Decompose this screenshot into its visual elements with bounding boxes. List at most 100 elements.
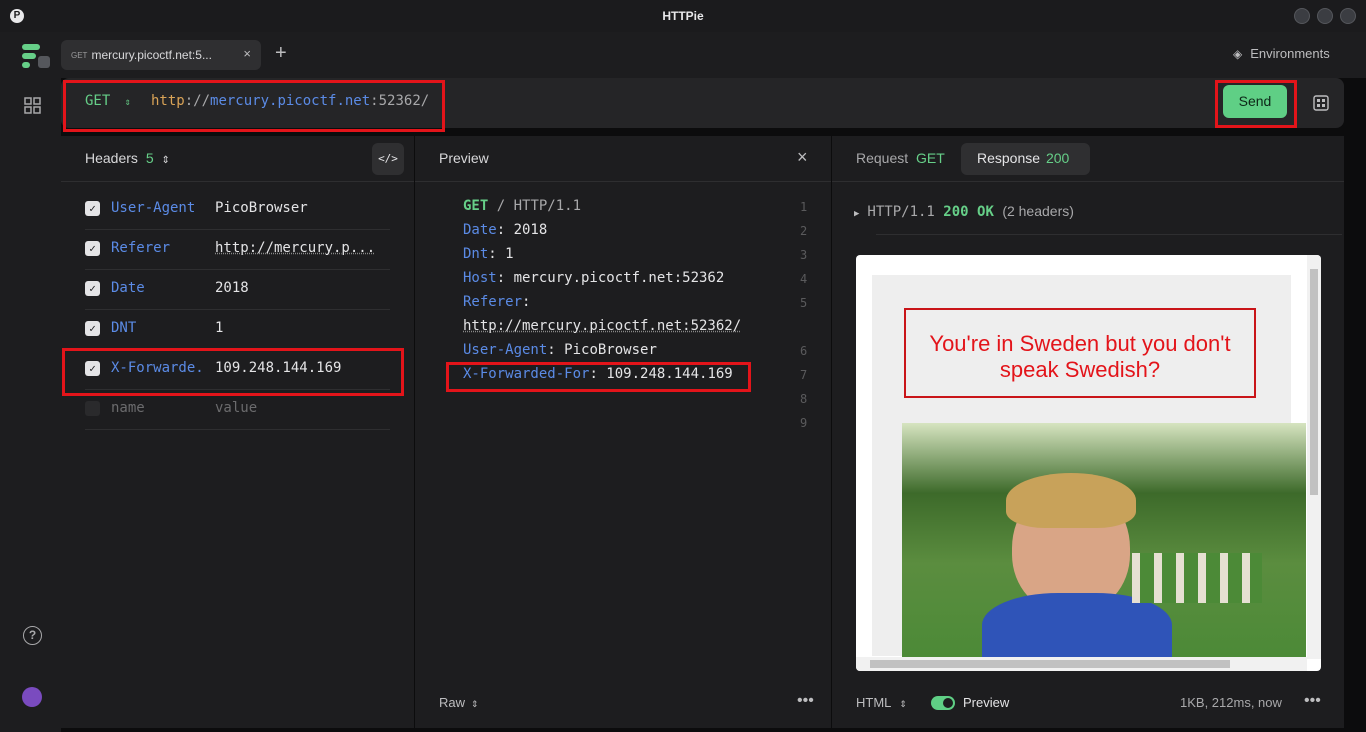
preview-key: Dnt: [463, 246, 489, 262]
tab-bar: GET mercury.picoctf.net:5... × + ◈ Envir…: [61, 32, 1366, 78]
preview-toggle[interactable]: [931, 696, 955, 710]
line-number: 2: [800, 224, 808, 238]
response-panel: Request GET Response 200 ▶ HTTP/1.1 200 O…: [832, 136, 1344, 728]
preview-key: User-Agent: [463, 342, 548, 358]
new-header-value[interactable]: value: [215, 400, 375, 416]
headers-label: Headers: [85, 150, 138, 166]
header-row[interactable]: ✓ Date 2018: [85, 270, 390, 310]
html-label: HTML: [856, 695, 892, 710]
preview-panel: Preview × GET / HTTP/1.1 Date: 2018 Dnt:…: [415, 136, 831, 728]
header-key[interactable]: Date: [111, 280, 207, 296]
page-message: You're in Sweden but you don't speak Swe…: [929, 331, 1231, 382]
preview-path: / HTTP/1.1: [488, 198, 582, 214]
line-number: 7: [800, 368, 808, 382]
new-header-key[interactable]: name: [111, 400, 207, 416]
tab-request[interactable]: Request GET: [856, 150, 945, 166]
window-title: HTTPie: [662, 9, 704, 23]
preview-value: : 1: [488, 246, 514, 262]
line-number: 3: [800, 248, 808, 262]
html-format-select[interactable]: HTML ⇕: [856, 695, 907, 710]
request-tab-method: GET: [916, 150, 945, 166]
header-key[interactable]: User-Agent: [111, 200, 207, 216]
html-preview-frame[interactable]: You're in Sweden but you don't speak Swe…: [856, 255, 1321, 671]
highlight-x-forwarded: [62, 348, 404, 396]
response-more-icon[interactable]: •••: [1304, 692, 1321, 710]
header-checkbox[interactable]: ✓: [85, 321, 100, 336]
preview-value: : mercury.picoctf.net:52362: [496, 270, 725, 286]
header-value[interactable]: 2018: [215, 280, 375, 296]
preview-value: : 2018: [496, 222, 548, 238]
new-tab-button[interactable]: +: [275, 42, 287, 65]
header-value[interactable]: PicoBrowser: [215, 200, 375, 216]
header-row[interactable]: ✓ DNT 1: [85, 310, 390, 350]
httpie-logo-icon: [22, 44, 50, 68]
headers-title[interactable]: Headers 5 ⇕: [85, 150, 170, 166]
header-checkbox[interactable]: ✓: [85, 281, 100, 296]
raw-format-select[interactable]: Raw ⇕: [439, 695, 479, 710]
new-header-row[interactable]: name value: [85, 390, 390, 430]
header-key[interactable]: Referer: [111, 240, 207, 256]
preview-key: Date: [463, 222, 497, 238]
header-value[interactable]: http://mercury.p...: [215, 240, 375, 256]
line-number: 4: [800, 272, 808, 286]
headers-count: 5: [145, 150, 154, 166]
boy-photo: [902, 423, 1306, 657]
line-number: 5: [800, 296, 808, 310]
new-header-checkbox[interactable]: [85, 401, 100, 416]
response-tab-label: Response: [977, 150, 1041, 166]
line-number: 9: [800, 416, 808, 430]
tab-response[interactable]: Response 200: [961, 143, 1090, 175]
line-number: 6: [800, 344, 808, 358]
raw-chevron-icon: ⇕: [471, 699, 479, 709]
bulk-edit-code-icon[interactable]: </>: [372, 143, 404, 175]
maximize-button[interactable]: [1317, 8, 1333, 24]
message-box: You're in Sweden but you don't speak Swe…: [904, 308, 1256, 398]
highlight-preview-xff: [446, 362, 751, 392]
preview-line: GET / HTTP/1.1: [463, 198, 581, 214]
response-meta: 1KB, 212ms, now: [1180, 695, 1282, 710]
vertical-scrollbar[interactable]: [1307, 255, 1321, 659]
sidebar: ?: [0, 32, 61, 732]
environments-label: Environments: [1250, 46, 1330, 61]
preview-line: Date: 2018: [463, 222, 547, 238]
layers-icon: ◈: [1233, 46, 1243, 61]
tab-title: mercury.picoctf.net:5...: [91, 48, 212, 62]
preview-value: :: [522, 294, 531, 310]
preview-line: Referer:: [463, 294, 530, 310]
html-chevron-icon: ⇕: [899, 699, 907, 709]
status-protocol: HTTP/1.1: [867, 204, 935, 220]
raw-label: Raw: [439, 695, 466, 710]
close-window-button[interactable]: [1340, 8, 1356, 24]
preview-title: Preview: [439, 150, 489, 166]
title-bar: P HTTPie: [0, 0, 1366, 32]
collections-grid-icon[interactable]: [24, 97, 41, 114]
preview-toggle-label: Preview: [963, 695, 1010, 710]
request-tab-label: Request: [856, 150, 909, 166]
preview-key: Referer: [463, 294, 523, 310]
headers-panel: Headers 5 ⇕ </> ✓ User-Agent PicoBrowser ✓…: [61, 136, 414, 728]
preview-line: User-Agent: PicoBrowser: [463, 342, 657, 358]
header-row[interactable]: ✓ User-Agent PicoBrowser: [85, 190, 390, 230]
header-row[interactable]: ✓ Referer http://mercury.p...: [85, 230, 390, 270]
response-status-line[interactable]: ▶ HTTP/1.1 200 OK (2 headers): [854, 203, 1074, 220]
close-tab-icon[interactable]: ×: [243, 46, 251, 61]
status-headers-count: (2 headers): [1002, 203, 1074, 219]
incognito-avatar-icon[interactable]: [22, 687, 42, 707]
tab-method: GET: [71, 50, 88, 60]
preview-more-icon[interactable]: •••: [797, 692, 814, 710]
header-checkbox[interactable]: ✓: [85, 201, 100, 216]
line-number: 8: [800, 392, 808, 406]
header-value[interactable]: 1: [215, 320, 375, 336]
minimize-button[interactable]: [1294, 8, 1310, 24]
preview-key: Host: [463, 270, 497, 286]
environments-button[interactable]: ◈ Environments: [1233, 46, 1330, 61]
request-tab[interactable]: GET mercury.picoctf.net:5... ×: [61, 40, 261, 70]
help-icon[interactable]: ?: [23, 626, 42, 645]
header-key[interactable]: DNT: [111, 320, 207, 336]
horizontal-scrollbar[interactable]: [856, 657, 1307, 671]
code-snippet-icon[interactable]: [1313, 95, 1329, 111]
status-code: 200 OK: [943, 204, 994, 220]
response-tab-code: 200: [1045, 150, 1070, 166]
header-checkbox[interactable]: ✓: [85, 241, 100, 256]
close-preview-icon[interactable]: ×: [797, 147, 808, 168]
